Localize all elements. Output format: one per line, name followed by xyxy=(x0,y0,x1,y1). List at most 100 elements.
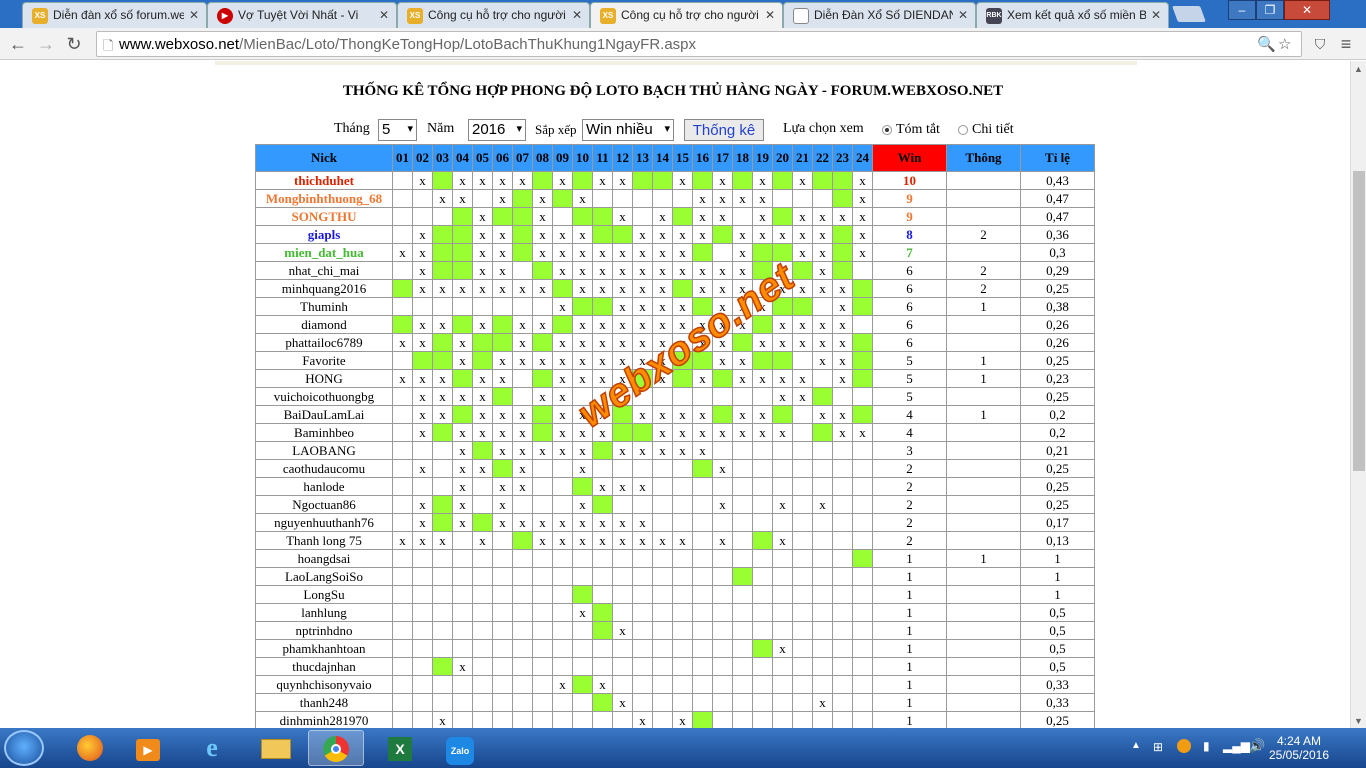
scroll-down-icon[interactable]: ▼ xyxy=(1354,716,1363,726)
nick-cell[interactable]: nhat_chi_mai xyxy=(255,261,393,280)
excel-icon[interactable]: X xyxy=(372,730,428,766)
nick-cell[interactable]: hanlode xyxy=(255,477,393,496)
nick-cell[interactable]: Thanh long 75 xyxy=(255,531,393,550)
system-clock[interactable]: 4:24 AM 25/05/2016 xyxy=(1262,734,1336,762)
nick-cell[interactable]: hoangdsai xyxy=(255,549,393,568)
month-select[interactable]: 5 xyxy=(378,119,417,141)
nick-cell[interactable]: minhquang2016 xyxy=(255,279,393,298)
nick-cell[interactable]: Mongbinhthuong_68 xyxy=(255,189,393,208)
empty-cell xyxy=(792,495,813,514)
tab-xem-ket-qua[interactable]: RBK Xem kết quả xổ số miền B ✕ xyxy=(976,2,1169,28)
header-rate: Tỉ lệ xyxy=(1020,144,1095,172)
empty-cell xyxy=(792,405,813,424)
shield-icon[interactable]: ⛉ xyxy=(1309,33,1331,55)
nick-cell[interactable]: caothudaucomu xyxy=(255,459,393,478)
nick-cell[interactable]: lanhlung xyxy=(255,603,393,622)
notification-app-icon[interactable] xyxy=(1177,739,1191,753)
radio-tom-tat[interactable]: Tóm tắt xyxy=(882,122,940,138)
scroll-up-icon[interactable]: ▲ xyxy=(1354,64,1363,74)
file-explorer-icon[interactable] xyxy=(248,730,304,766)
empty-cell xyxy=(412,603,433,622)
nick-cell[interactable]: thichduhet xyxy=(255,171,393,190)
radio-unselected-icon[interactable] xyxy=(958,124,968,135)
hit-cell xyxy=(552,315,573,334)
empty-cell xyxy=(572,549,593,568)
nick-cell[interactable]: mien_dat_hua xyxy=(255,243,393,262)
forward-arrow-icon[interactable]: → xyxy=(35,33,57,55)
internet-explorer-icon[interactable]: e xyxy=(184,730,240,766)
nick-cell[interactable]: HONG xyxy=(255,369,393,388)
hit-cell xyxy=(692,459,713,478)
nick-cell[interactable]: thanh248 xyxy=(255,693,393,712)
nick-cell[interactable]: Thuminh xyxy=(255,297,393,316)
nick-cell[interactable]: thucdajnhan xyxy=(255,657,393,676)
rate-cell: 0,38 xyxy=(1020,297,1095,316)
nick-cell[interactable]: nptrinhdno xyxy=(255,621,393,640)
close-icon[interactable]: ✕ xyxy=(765,8,775,22)
start-button[interactable] xyxy=(4,730,44,766)
thong-ke-button[interactable]: Thống kê xyxy=(684,119,764,141)
page-info-icon[interactable]: 🗋 xyxy=(103,37,113,59)
nick-cell[interactable]: LAOBANG xyxy=(255,441,393,460)
tab-cong-cu-ho-tro-active[interactable]: XS Công cụ hỗ trợ cho người ✕ xyxy=(590,2,783,28)
radio-selected-icon[interactable] xyxy=(882,124,892,135)
nick-cell[interactable]: BaiDauLamLai xyxy=(255,405,393,424)
reload-icon[interactable]: ↻ xyxy=(63,33,85,55)
show-hidden-icons-icon[interactable]: ▲ xyxy=(1131,740,1141,751)
scrollbar-thumb[interactable] xyxy=(1353,171,1365,471)
media-player-icon[interactable]: ▶ xyxy=(120,730,176,766)
empty-cell xyxy=(852,477,873,496)
nick-cell[interactable]: LaoLangSoiSo xyxy=(255,567,393,586)
close-icon[interactable]: ✕ xyxy=(1151,8,1161,22)
miss-cell: x xyxy=(752,225,773,244)
nick-cell[interactable]: LongSu xyxy=(255,585,393,604)
empty-cell xyxy=(852,567,873,586)
vertical-scrollbar[interactable]: ▲ ▼ xyxy=(1350,61,1366,728)
radio-chi-tiet[interactable]: Chi tiết xyxy=(958,122,1014,138)
miss-cell: x xyxy=(692,225,713,244)
nick-cell[interactable]: quynhchisonyvaio xyxy=(255,675,393,694)
minimize-button[interactable]: – xyxy=(1228,0,1256,20)
firefox-icon[interactable] xyxy=(62,730,118,766)
miss-cell: x xyxy=(412,279,433,298)
nick-cell[interactable]: Favorite xyxy=(255,351,393,370)
hit-cell xyxy=(572,207,593,226)
zalo-icon[interactable]: Zalo xyxy=(432,730,488,766)
bookmark-star-icon[interactable]: ☆ xyxy=(1278,35,1291,53)
empty-cell xyxy=(492,639,513,658)
tab-dien-dan-xo-so[interactable]: XS Diễn đàn xổ số forum.we ✕ xyxy=(22,2,207,28)
nick-cell[interactable]: phamkhanhtoan xyxy=(255,639,393,658)
year-select[interactable]: 2016 xyxy=(468,119,526,141)
menu-icon[interactable]: ≡ xyxy=(1335,33,1357,55)
new-tab-button[interactable] xyxy=(1172,6,1206,22)
back-arrow-icon[interactable]: ← xyxy=(7,33,29,55)
tab-dien-dan-diendan[interactable]: Diễn Đàn Xổ Số DIENDAN ✕ xyxy=(783,2,976,28)
nick-cell[interactable]: vuichoicothuongbg xyxy=(255,387,393,406)
restore-button[interactable]: ❐ xyxy=(1256,0,1284,20)
close-icon[interactable]: ✕ xyxy=(379,8,389,22)
close-icon[interactable]: ✕ xyxy=(958,8,968,22)
nick-cell[interactable]: giapls xyxy=(255,225,393,244)
close-window-button[interactable]: ✕ xyxy=(1284,0,1330,20)
miss-cell: x xyxy=(752,297,773,316)
nick-cell[interactable]: phattailoc6789 xyxy=(255,333,393,352)
close-icon[interactable]: ✕ xyxy=(572,8,582,22)
chrome-icon[interactable] xyxy=(308,730,364,766)
url-text[interactable]: www.webxoso.net/MienBac/Loto/ThongKeTong… xyxy=(119,36,696,53)
tab-vo-tuyet-voi-nhat[interactable]: ▶ Vợ Tuyệt Vời Nhất - Vi ✕ xyxy=(207,2,397,28)
address-bar[interactable]: 🗋 www.webxoso.net/MienBac/Loto/ThongKeTo… xyxy=(96,31,1302,57)
tab-cong-cu-ho-tro-1[interactable]: XS Công cụ hỗ trợ cho người ✕ xyxy=(397,2,590,28)
zoom-search-icon[interactable]: 🔍 xyxy=(1257,35,1276,53)
nick-cell[interactable]: Baminhbeo xyxy=(255,423,393,442)
network-grid-icon[interactable]: ⊞ xyxy=(1153,740,1163,754)
nick-cell[interactable]: SONGTHU xyxy=(255,207,393,226)
nick-cell[interactable]: diamond xyxy=(255,315,393,334)
empty-cell xyxy=(712,693,733,712)
close-icon[interactable]: ✕ xyxy=(189,8,199,22)
nick-cell[interactable]: dinhminh281970 xyxy=(255,711,393,728)
battery-icon[interactable]: ▮ xyxy=(1203,739,1210,753)
nick-cell[interactable]: nguyenhuuthanh76 xyxy=(255,513,393,532)
sort-select[interactable]: Win nhiều xyxy=(582,119,674,141)
nick-cell[interactable]: Ngoctuan86 xyxy=(255,495,393,514)
signal-icon[interactable]: ▂▄▆ xyxy=(1223,739,1250,753)
